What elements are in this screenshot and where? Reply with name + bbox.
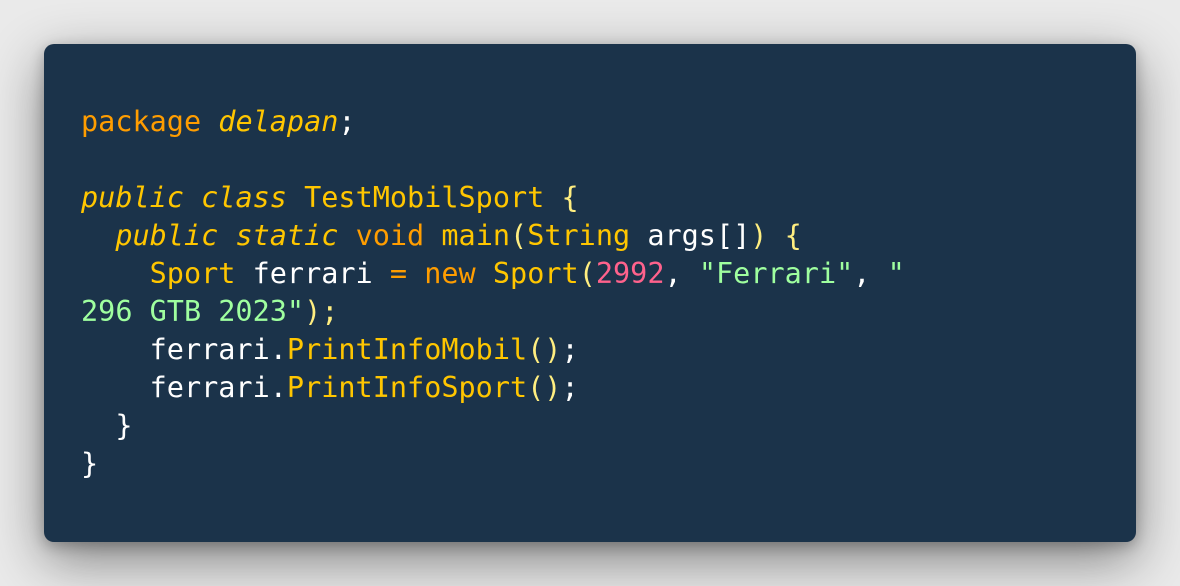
- keyword-static: static: [235, 219, 339, 252]
- string-literal-model-start: ": [887, 257, 905, 290]
- class-name: TestMobilSport: [304, 181, 545, 214]
- method-main: main: [441, 219, 511, 252]
- object-ferrari: ferrari.: [149, 333, 287, 366]
- code-line-1: package delapan;: [81, 103, 1099, 141]
- code-line-10: }: [81, 445, 1099, 483]
- string-literal-ferrari: "Ferrari": [698, 257, 854, 290]
- assign-operator: =: [389, 257, 408, 290]
- keyword-class: class: [201, 181, 287, 214]
- call-parens: (): [527, 333, 562, 366]
- open-paren: (: [510, 219, 528, 252]
- method-printinfomobil: PrintInfoMobil: [286, 333, 528, 366]
- string-literal-model-end: 296 GTB 2023": [81, 295, 305, 328]
- code-snippet-card: package delapan; public class TestMobilS…: [44, 44, 1136, 542]
- open-brace: {: [561, 181, 579, 214]
- code-line-5: Sport ferrari = new Sport(2992, "Ferrari…: [81, 255, 1099, 293]
- type-sport: Sport: [149, 257, 236, 290]
- code-line-9: }: [81, 407, 1099, 445]
- semicolon: ;: [338, 105, 356, 138]
- code-line-7: ferrari.PrintInfoMobil();: [81, 331, 1099, 369]
- keyword-public: public: [81, 181, 184, 214]
- keyword-public: public: [115, 219, 219, 252]
- close-brace: }: [81, 447, 99, 480]
- call-parens: (): [527, 371, 562, 404]
- code-line-4: public static void main(String args[]) {: [81, 217, 1099, 255]
- comma: ,: [664, 257, 682, 290]
- keyword-void: void: [355, 219, 425, 252]
- close-paren: ): [750, 219, 768, 252]
- comma: ,: [853, 257, 871, 290]
- keyword-package: package: [81, 105, 202, 138]
- package-name: delapan: [218, 105, 339, 138]
- semicolon: ;: [561, 371, 579, 404]
- object-ferrari: ferrari.: [149, 371, 287, 404]
- close-brace: }: [115, 409, 133, 442]
- keyword-new: new: [424, 257, 476, 290]
- param-args: args[]: [647, 219, 751, 252]
- open-brace: {: [784, 219, 802, 252]
- semicolon: ;: [561, 333, 579, 366]
- code-line-8: ferrari.PrintInfoSport();: [81, 369, 1099, 407]
- code-block: package delapan; public class TestMobilS…: [81, 105, 1099, 503]
- code-line-6: 296 GTB 2023");: [81, 293, 1099, 331]
- type-string: String: [527, 219, 631, 252]
- open-paren: (: [578, 257, 596, 290]
- constructor-sport: Sport: [492, 257, 579, 290]
- method-printinfosport: PrintInfoSport: [286, 371, 528, 404]
- number-literal: 2992: [595, 257, 665, 290]
- code-line-3: public class TestMobilSport {: [81, 179, 1099, 217]
- var-ferrari: ferrari: [252, 257, 373, 290]
- close-paren-semicolon: );: [304, 295, 339, 328]
